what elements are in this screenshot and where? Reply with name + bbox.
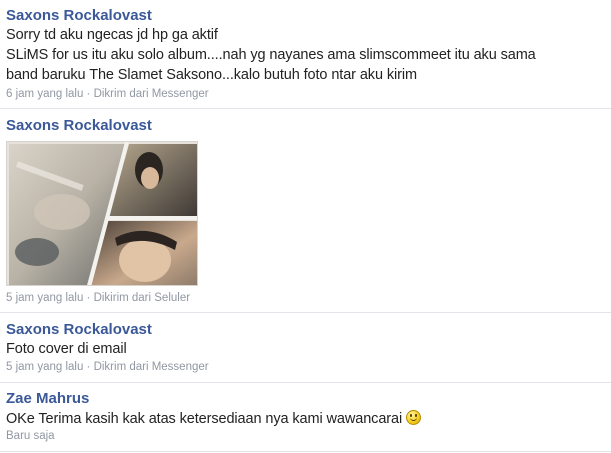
message-timestamp: 5 jam yang lalu · Dikirim dari Seluler	[6, 292, 191, 304]
smiley-icon	[406, 410, 422, 425]
photo-collage-image	[9, 142, 197, 285]
message-text: OKe Terima kasih kak atas ketersediaan n…	[6, 411, 403, 427]
message-timestamp: 5 jam yang lalu · Dikrim dari Messenger	[6, 361, 209, 373]
message-divider	[0, 108, 611, 109]
message-text-line: SLiMS for us itu aku solo album....nah y…	[6, 47, 536, 63]
message-timestamp: 6 jam yang lalu · Dikrim dari Messenger	[6, 88, 209, 100]
photo-attachment[interactable]	[6, 141, 198, 286]
author-name-link[interactable]: Zae Mahrus	[6, 390, 89, 407]
message-text-line: Sorry td aku ngecas jd hp ga aktif	[6, 27, 218, 43]
author-name-link[interactable]: Saxons Rockalovast	[6, 321, 152, 338]
message-divider	[0, 312, 611, 313]
author-name-link[interactable]: Saxons Rockalovast	[6, 117, 152, 134]
message-divider	[0, 382, 611, 383]
message-text-line: Foto cover di email	[6, 341, 127, 357]
message-timestamp: Baru saja	[6, 430, 55, 442]
message-text-line: OKe Terima kasih kak atas ketersediaan n…	[6, 410, 422, 427]
author-name-link[interactable]: Saxons Rockalovast	[6, 7, 152, 24]
message-divider	[0, 451, 611, 452]
message-text-line: band baruku The Slamet Saksono...kalo bu…	[6, 67, 417, 83]
message-thread: Saxons Rockalovast Sorry td aku ngecas j…	[0, 0, 611, 453]
